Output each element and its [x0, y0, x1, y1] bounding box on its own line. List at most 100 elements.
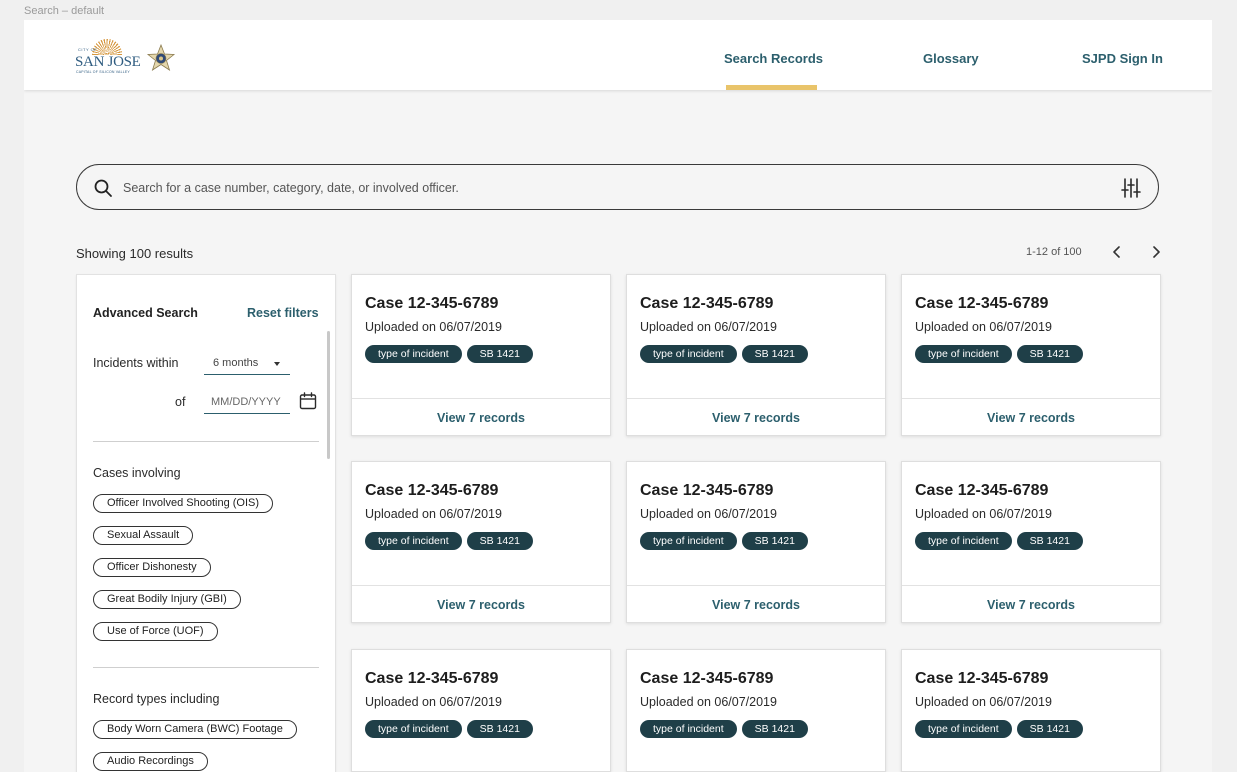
chevron-left-icon[interactable] [1109, 244, 1125, 260]
case-title: Case 12-345-6789 [640, 670, 774, 687]
view-records-label: View 7 records [986, 598, 1075, 612]
tag-list: type of incident SB 1421 [640, 345, 808, 363]
case-card[interactable]: Case 12-345-6789 Uploaded on 06/07/2019 … [626, 274, 886, 436]
incident-type-tag: type of incident [365, 345, 462, 363]
incident-type-tag: type of incident [640, 345, 737, 363]
reset-filters-link[interactable]: Reset filters [247, 306, 319, 320]
law-tag: SB 1421 [1016, 345, 1083, 363]
results-count: Showing 100 results [76, 246, 194, 261]
law-tag: SB 1421 [741, 532, 808, 550]
tag-list: type of incident SB 1421 [915, 532, 1083, 550]
advanced-search-panel: Advanced Search Reset filters Incidents … [76, 274, 336, 772]
case-card[interactable]: Case 12-345-6789 Uploaded on 06/07/2019 … [901, 461, 1161, 623]
case-card[interactable]: Case 12-345-6789 Uploaded on 06/07/2019 … [351, 461, 611, 623]
case-title: Case 12-345-6789 [915, 295, 1049, 312]
incidents-within-label: Incidents within [93, 356, 179, 370]
nav-search-records[interactable]: Search Records [724, 51, 823, 66]
sidebar-scrollbar[interactable] [327, 331, 330, 459]
filter-chip-uof[interactable]: Use of Force (UOF) [93, 622, 218, 641]
logo-city-text: CITY OF [78, 47, 98, 52]
filter-chip-gbi[interactable]: Great Bodily Injury (GBI) [93, 590, 241, 609]
upload-date: Uploaded on 06/07/2019 [915, 320, 1052, 334]
page-frame: CITY OF SAN JOSE CAPITAL OF SILICON VALL… [24, 20, 1212, 772]
san-jose-logo[interactable]: CITY OF SAN JOSE CAPITAL OF SILICON VALL… [74, 39, 141, 75]
case-card[interactable]: Case 12-345-6789 Uploaded on 06/07/2019 … [901, 274, 1161, 436]
tag-list: type of incident SB 1421 [915, 720, 1083, 738]
section-divider [93, 667, 319, 668]
pagination-label: 1-12 of 100 [1026, 246, 1082, 258]
search-icon [94, 179, 112, 197]
view-records-label: View 7 records [436, 411, 525, 425]
incident-type-tag: type of incident [640, 720, 737, 738]
case-title: Case 12-345-6789 [365, 295, 499, 312]
time-range-select[interactable]: 6 months [204, 349, 290, 375]
filter-sliders-icon[interactable] [1120, 177, 1142, 199]
tag-list: type of incident SB 1421 [915, 345, 1083, 363]
nav-sign-in[interactable]: SJPD Sign In [1082, 51, 1163, 66]
case-card[interactable]: Case 12-345-6789 Uploaded on 06/07/2019 … [626, 649, 886, 772]
law-tag: SB 1421 [741, 720, 808, 738]
upload-date: Uploaded on 06/07/2019 [640, 695, 777, 709]
case-title: Case 12-345-6789 [915, 670, 1049, 687]
case-card[interactable]: Case 12-345-6789 Uploaded on 06/07/2019 … [351, 274, 611, 436]
law-tag: SB 1421 [741, 345, 808, 363]
upload-date: Uploaded on 06/07/2019 [915, 507, 1052, 521]
incident-type-tag: type of incident [915, 720, 1012, 738]
cases-involving-label: Cases involving [93, 466, 181, 480]
logo-tagline: CAPITAL OF SILICON VALLEY [76, 70, 130, 74]
case-card[interactable]: Case 12-345-6789 Uploaded on 06/07/2019 … [901, 649, 1161, 772]
active-nav-indicator [726, 85, 817, 90]
caret-down-icon [274, 362, 280, 366]
law-tag: SB 1421 [466, 720, 533, 738]
law-tag: SB 1421 [466, 532, 533, 550]
case-card[interactable]: Case 12-345-6789 Uploaded on 06/07/2019 … [626, 461, 886, 623]
calendar-icon[interactable] [299, 392, 317, 410]
view-records-button[interactable]: View 7 records [352, 398, 610, 436]
case-card[interactable]: Case 12-345-6789 Uploaded on 06/07/2019 … [351, 649, 611, 772]
logo-name: SAN JOSE [75, 54, 141, 70]
police-badge-icon [146, 44, 176, 71]
view-records-label: View 7 records [436, 598, 525, 612]
view-records-button[interactable]: View 7 records [627, 585, 885, 623]
tag-list: type of incident SB 1421 [365, 720, 533, 738]
law-tag: SB 1421 [1016, 532, 1083, 550]
case-title: Case 12-345-6789 [640, 295, 774, 312]
record-types-label: Record types including [93, 692, 220, 706]
tag-list: type of incident SB 1421 [640, 532, 808, 550]
date-input[interactable] [204, 390, 290, 414]
chevron-right-icon[interactable] [1148, 244, 1164, 260]
filter-chip-ois[interactable]: Officer Involved Shooting (OIS) [93, 494, 274, 513]
law-tag: SB 1421 [466, 345, 533, 363]
view-records-label: View 7 records [711, 598, 800, 612]
frame-label: Search – default [24, 5, 105, 17]
incident-type-tag: type of incident [365, 720, 462, 738]
of-label: of [175, 395, 186, 409]
case-title: Case 12-345-6789 [915, 482, 1049, 499]
filter-chip-audio[interactable]: Audio Recordings [93, 752, 208, 771]
view-records-label: View 7 records [711, 411, 800, 425]
case-title: Case 12-345-6789 [640, 482, 774, 499]
incident-type-tag: type of incident [365, 532, 462, 550]
filter-chip-officer-dishonesty[interactable]: Officer Dishonesty [93, 558, 211, 577]
view-records-button[interactable]: View 7 records [627, 398, 885, 436]
advanced-search-title: Advanced Search [93, 306, 198, 320]
case-title: Case 12-345-6789 [365, 670, 499, 687]
view-records-button[interactable]: View 7 records [902, 585, 1160, 623]
upload-date: Uploaded on 06/07/2019 [365, 320, 502, 334]
search-input[interactable] [123, 177, 1103, 199]
time-range-value: 6 months [213, 357, 259, 369]
upload-date: Uploaded on 06/07/2019 [365, 507, 502, 521]
view-records-button[interactable]: View 7 records [352, 585, 610, 623]
filter-chip-sexual-assault[interactable]: Sexual Assault [93, 526, 194, 545]
tag-list: type of incident SB 1421 [640, 720, 808, 738]
site-header: CITY OF SAN JOSE CAPITAL OF SILICON VALL… [24, 20, 1212, 90]
upload-date: Uploaded on 06/07/2019 [640, 507, 777, 521]
tag-list: type of incident SB 1421 [365, 532, 533, 550]
nav-glossary[interactable]: Glossary [923, 51, 979, 66]
incident-type-tag: type of incident [640, 532, 737, 550]
incident-type-tag: type of incident [915, 345, 1012, 363]
filter-chip-bwc[interactable]: Body Worn Camera (BWC) Footage [93, 720, 297, 739]
upload-date: Uploaded on 06/07/2019 [640, 320, 777, 334]
section-divider [93, 441, 319, 442]
view-records-button[interactable]: View 7 records [902, 398, 1160, 436]
